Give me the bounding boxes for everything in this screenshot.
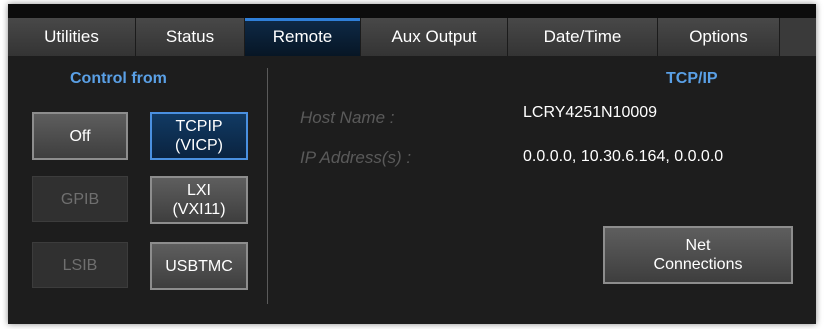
net-connections-label: Net Connections [654,236,743,274]
tab-status[interactable]: Status [136,18,245,56]
lxi-label-line2: (VXI11) [172,201,226,218]
tcpip-title: TCP/IP [666,70,718,87]
control-from-title: Control from [70,70,167,87]
tcpip-vicp-button[interactable]: TCPIP (VICP) [150,112,248,160]
ip-address-value: 0.0.0.0, 10.30.6.164, 0.0.0.0 [523,148,724,165]
tcpip-label-line2: (VICP) [175,137,223,154]
tab-utilities[interactable]: Utilities [8,18,136,56]
tab-bar: Utilities Status Remote Aux Output Date/… [8,18,816,58]
vertical-divider [267,68,268,304]
net-label-line2: Connections [653,256,743,273]
lsib-button-label: LSIB [62,256,98,274]
off-button-label: Off [69,127,91,145]
gpib-button-label: GPIB [60,190,100,208]
host-name-value: LCRY4251N10009 [523,104,658,121]
lxi-label-line1: LXI [186,182,211,199]
usbtmc-button[interactable]: USBTMC [150,242,248,290]
tcpip-vicp-label: TCPIP (VICP) [175,117,223,155]
remote-dialog: Utilities Status Remote Aux Output Date/… [8,4,816,324]
host-name-label: Host Name : [300,108,395,127]
lxi-vxi11-button[interactable]: LXI (VXI11) [150,176,248,224]
gpib-button[interactable]: GPIB [32,176,128,222]
usbtmc-button-label: USBTMC [165,257,233,275]
tab-remote[interactable]: Remote [245,18,361,56]
remote-panel: Control from Off TCPIP (VICP) GPIB LXI (… [8,56,816,324]
off-button[interactable]: Off [32,112,128,160]
tcpip-label-line1: TCPIP [175,118,223,135]
net-connections-button[interactable]: Net Connections [603,226,793,284]
ip-address-label: IP Address(s) : [300,148,412,167]
tab-date-time[interactable]: Date/Time [508,18,658,56]
lsib-button[interactable]: LSIB [32,242,128,288]
tab-aux-output[interactable]: Aux Output [361,18,508,56]
lxi-vxi11-label: LXI (VXI11) [172,181,225,219]
net-label-line1: Net [685,237,711,254]
tab-options[interactable]: Options [658,18,780,56]
